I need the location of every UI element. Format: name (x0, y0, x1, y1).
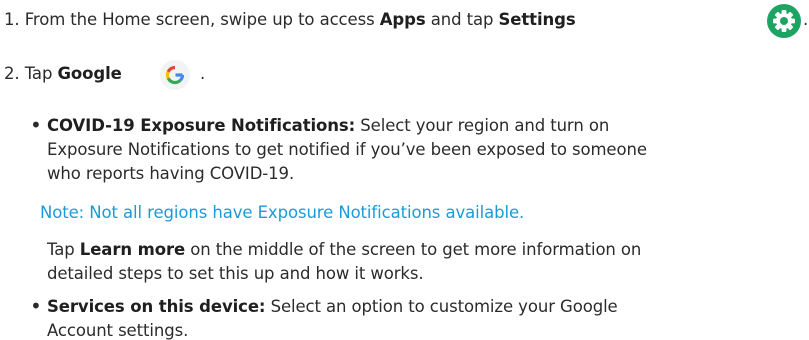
step-2-suffix: . (200, 64, 206, 83)
step-1-middle: and tap (425, 10, 499, 29)
bullet-2-title: Services on this device: (47, 297, 266, 316)
bullet-2-line-2: Account settings. (47, 321, 189, 340)
learn-more-line-1: Tap Learn more on the middle of the scre… (47, 240, 641, 259)
learn-more-line-2: detailed steps to set this up and how it… (47, 264, 424, 283)
step-1-text: 1. From the Home screen, swipe up to acc… (4, 10, 576, 29)
bullet-1-text-1: Select your region and turn on (355, 116, 610, 135)
step-1-prefix: 1. From the Home screen, swipe up to acc… (4, 10, 380, 29)
learn-more-link-text: Learn more (79, 240, 186, 259)
bullet-2-line-1: Services on this device: Select an optio… (47, 297, 618, 316)
step-1-suffix: . (803, 10, 809, 29)
step-2-prefix: 2. Tap (4, 64, 58, 83)
settings-label: Settings (498, 10, 576, 29)
learn-more-rest: on the middle of the screen to get more … (185, 240, 642, 259)
bullet-1-marker: • (30, 113, 42, 137)
bullet-1-line-2: Exposure Notifications to get notified i… (47, 140, 647, 159)
google-label: Google (57, 64, 122, 83)
bullet-1-line-1: COVID-19 Exposure Notifications: Select … (47, 116, 609, 135)
google-g-icon (160, 60, 190, 90)
step-2-text: 2. Tap Google (4, 64, 122, 83)
exposure-note: Note: Not all regions have Exposure Noti… (40, 203, 525, 222)
bullet-1-line-3: who reports having COVID-19. (47, 164, 295, 183)
bullet-2-marker: • (30, 294, 42, 318)
bullet-2-text-1: Select an option to customize your Googl… (265, 297, 618, 316)
bullet-1-title: COVID-19 Exposure Notifications: (47, 116, 356, 135)
apps-label: Apps (379, 10, 426, 29)
learn-more-prefix: Tap (47, 240, 80, 259)
settings-gear-icon (767, 4, 801, 38)
